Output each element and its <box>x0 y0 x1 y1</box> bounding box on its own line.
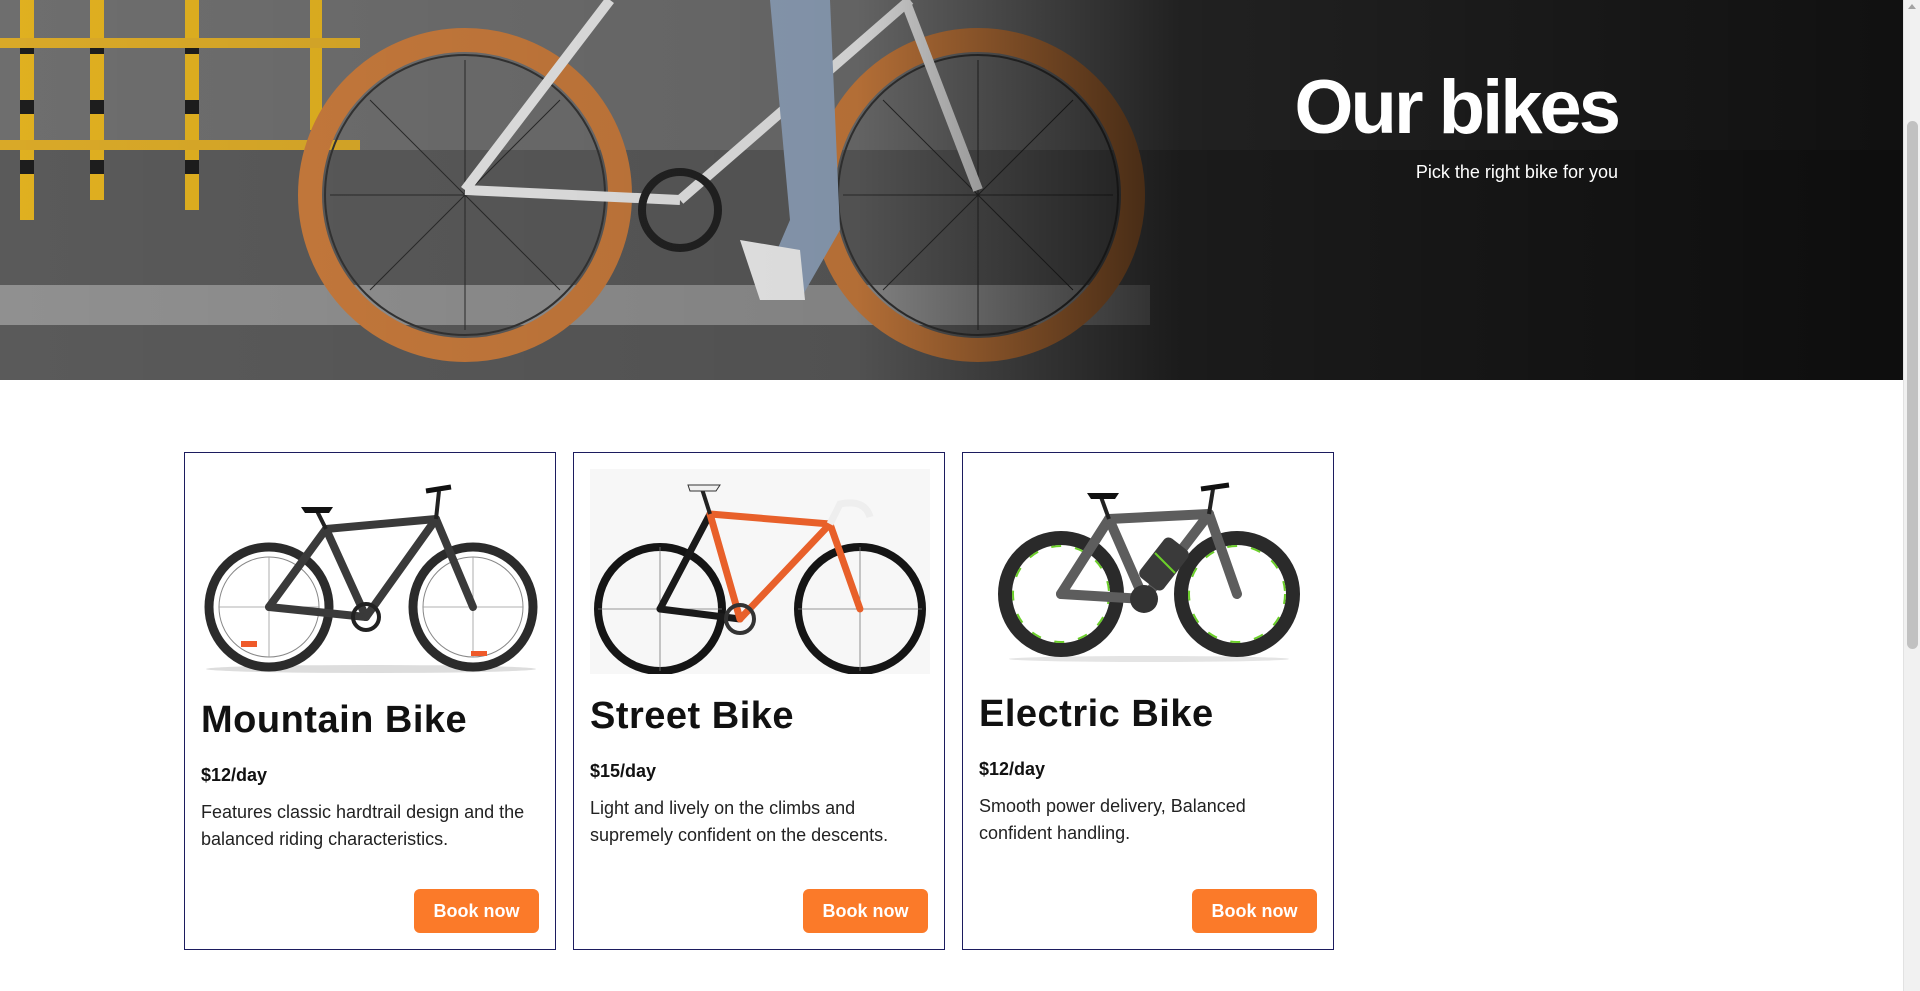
hero-heading-group: Our bikes Pick the right bike for you <box>1294 65 1621 183</box>
bike-name: Mountain Bike <box>201 699 468 741</box>
scroll-up-arrow-icon[interactable] <box>1908 4 1916 9</box>
bike-card-mountain: Mountain Bike $12/day Features classic h… <box>184 452 556 950</box>
book-now-button[interactable]: Book now <box>803 889 928 933</box>
page-subtitle: Pick the right bike for you <box>1415 162 1618 182</box>
bike-name: Street Bike <box>590 695 795 737</box>
street-bike-image <box>590 469 930 675</box>
mountain-bike-image <box>201 469 541 674</box>
bike-description: Features classic hardtrail design and th… <box>201 802 525 849</box>
book-now-button[interactable]: Book now <box>1192 889 1317 933</box>
bike-card-street: Street Bike $15/day Light and lively on … <box>573 452 945 950</box>
bike-card-electric: Electric Bike $12/day Smooth power deliv… <box>962 452 1334 950</box>
bike-name: Electric Bike <box>979 693 1214 735</box>
scrollbar-thumb[interactable] <box>1907 121 1918 649</box>
electric-bike-image <box>979 469 1319 674</box>
hero-banner: Our bikes Pick the right bike for you <box>0 0 1903 380</box>
hero-bike-photo <box>0 0 1903 380</box>
page-title: Our bikes <box>1294 65 1621 150</box>
bike-price: $15/day <box>590 761 657 781</box>
page-scrollbar[interactable] <box>1903 0 1920 991</box>
bike-price: $12/day <box>201 765 268 785</box>
bike-description: Light and lively on the climbs and supre… <box>590 798 889 845</box>
bike-card-list: Mountain Bike $12/day Features classic h… <box>184 452 1334 950</box>
book-now-button[interactable]: Book now <box>414 889 539 933</box>
bike-description: Smooth power delivery, Balanced confiden… <box>979 796 1246 843</box>
bike-price: $12/day <box>979 759 1046 779</box>
